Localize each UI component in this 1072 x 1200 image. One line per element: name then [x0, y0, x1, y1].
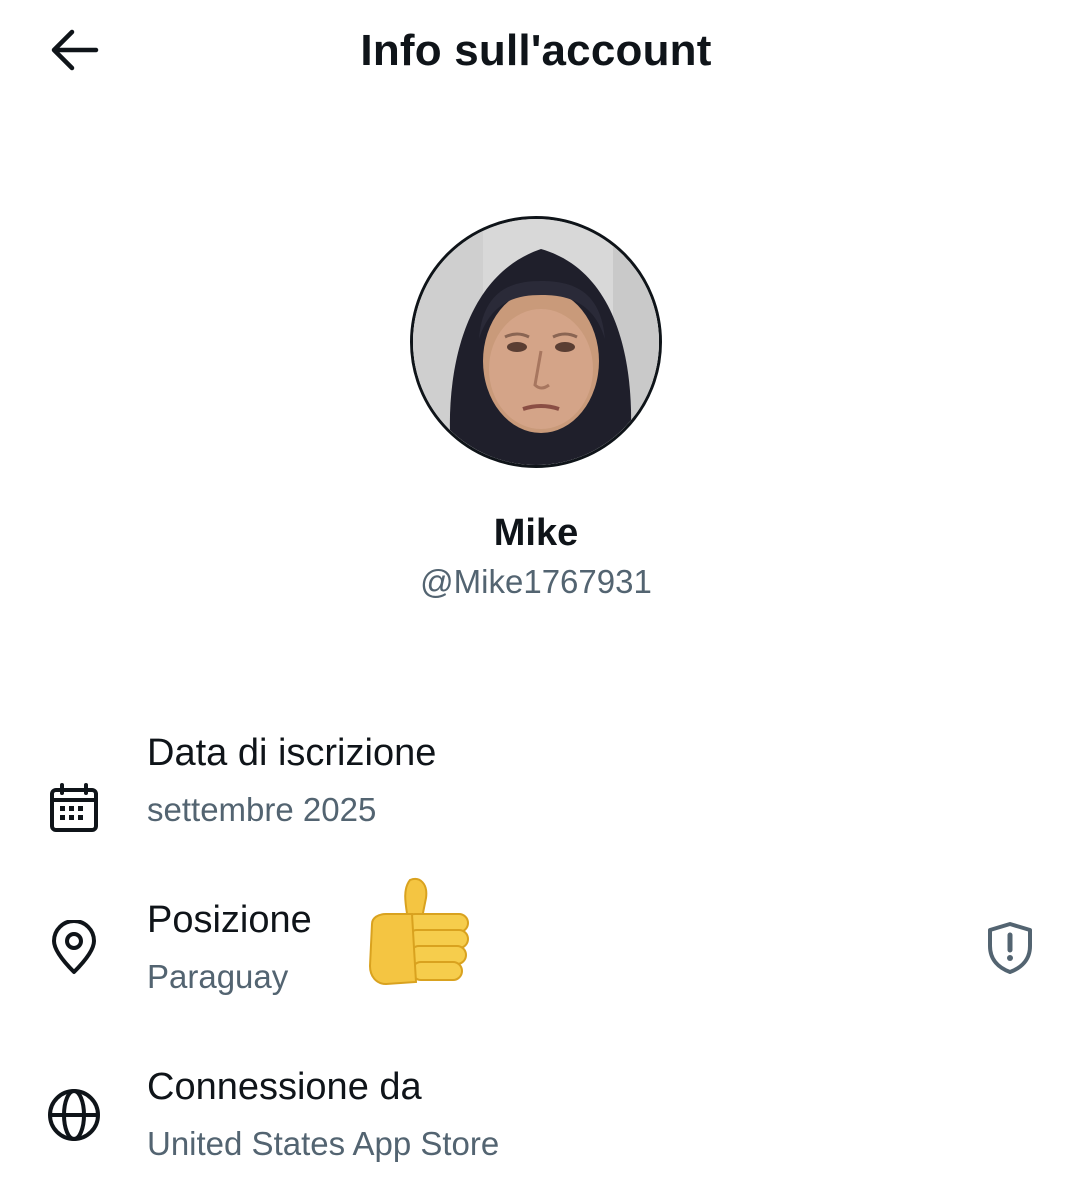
- join-date-row: Data di iscrizione settembre 2025: [0, 728, 1072, 848]
- location-pin-icon: [44, 918, 104, 978]
- join-date-label: Data di iscrizione: [147, 732, 437, 774]
- location-info-button[interactable]: [978, 918, 1042, 982]
- profile-photo: [413, 219, 659, 465]
- account-info-screen: Info sull'account Mike @Mike1767931 Data…: [0, 0, 1072, 1200]
- thumbs-up-emoji: [366, 874, 474, 992]
- header-bar: Info sull'account: [0, 0, 1072, 104]
- globe-icon: [44, 1085, 104, 1145]
- location-row: Posizione Paraguay: [0, 895, 1072, 1015]
- connection-label: Connessione da: [147, 1066, 422, 1108]
- avatar[interactable]: [410, 216, 662, 468]
- join-date-value: settembre 2025: [147, 791, 377, 828]
- connection-value: United States App Store: [147, 1125, 500, 1162]
- location-label: Posizione: [147, 899, 312, 941]
- display-name: Mike: [493, 512, 579, 554]
- connection-row: Connessione da United States App Store: [0, 1062, 1072, 1182]
- username-handle: @Mike1767931: [420, 563, 652, 600]
- page-title: Info sull'account: [360, 26, 712, 75]
- calendar-icon: [44, 778, 104, 838]
- shield-alert-icon: [985, 920, 1035, 981]
- location-value: Paraguay: [147, 958, 289, 995]
